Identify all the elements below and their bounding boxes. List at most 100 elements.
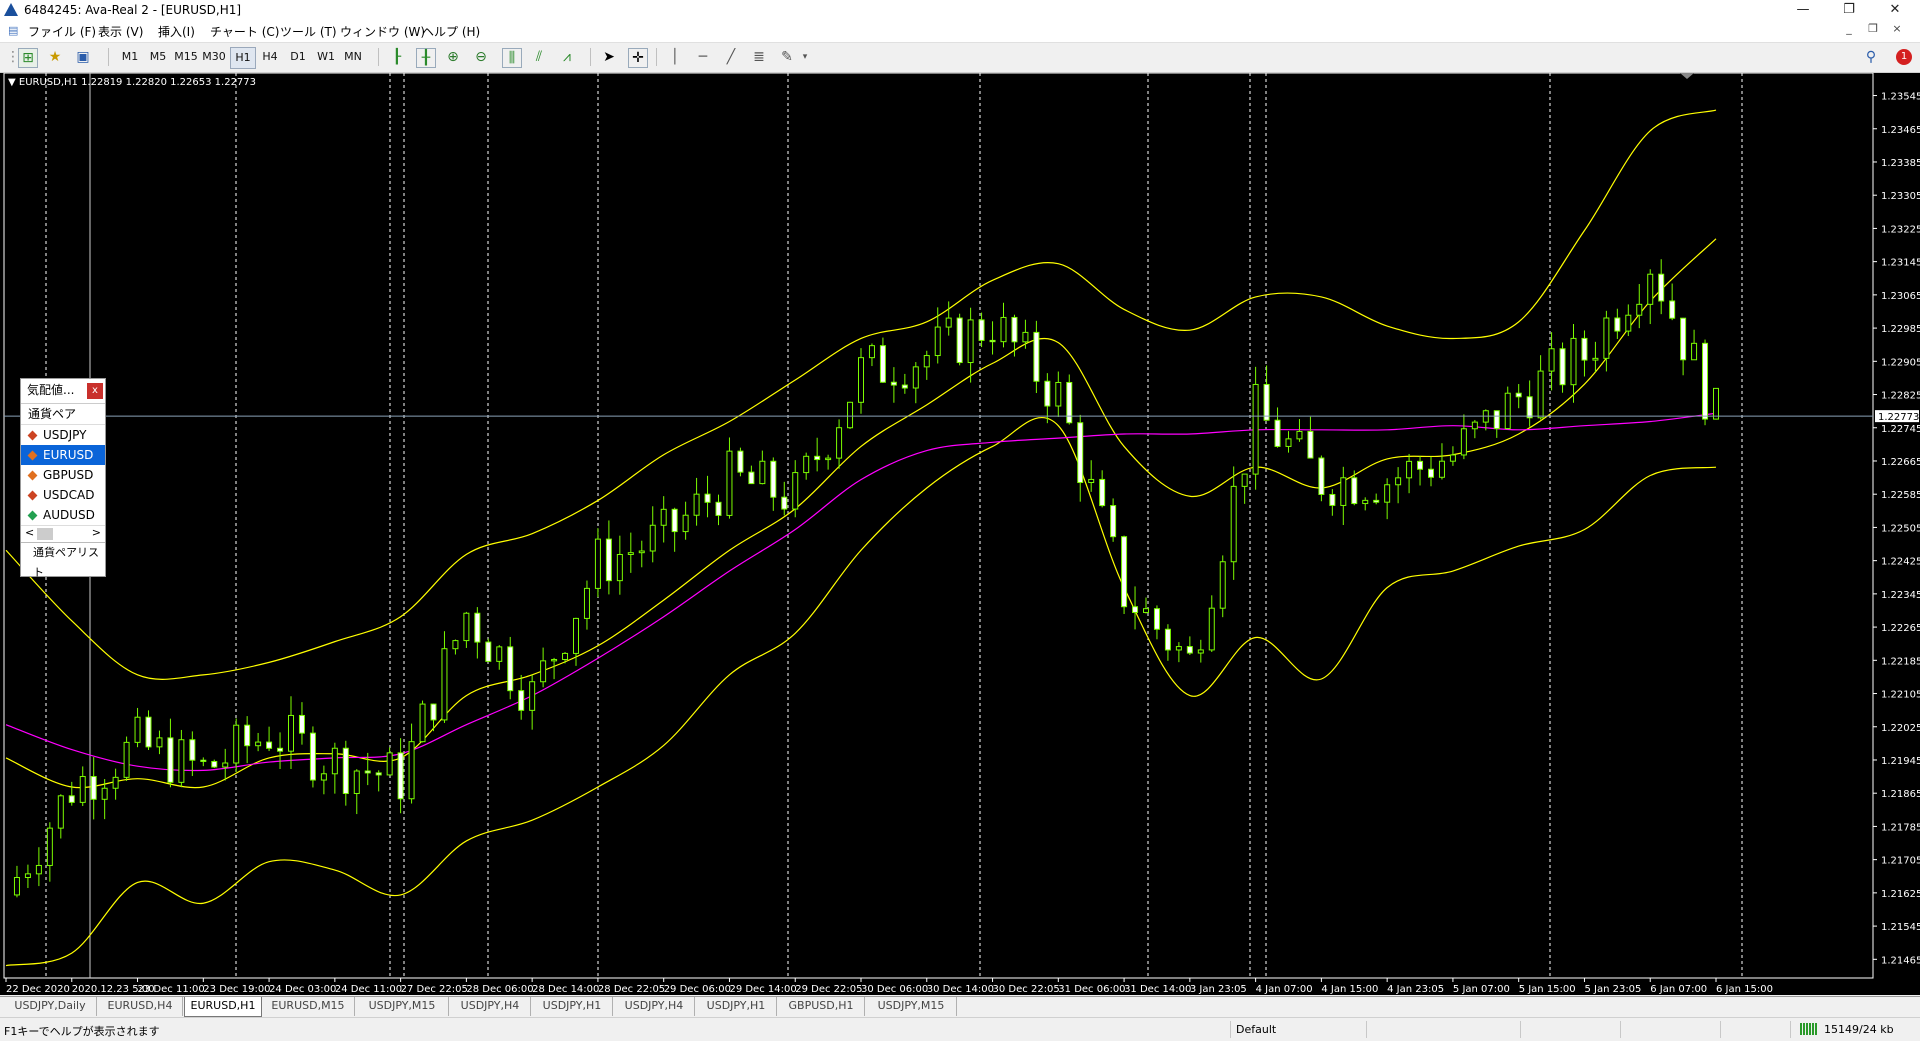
notification-badge[interactable]: 1 [1896,49,1912,65]
indicators-icon[interactable]: ⩘ [558,48,576,66]
chart-tab[interactable]: USDJPY,Daily [4,997,97,1016]
timeframe-mn[interactable]: MN [340,47,366,67]
menu-tools[interactable]: ツール (T) [280,23,337,40]
candle-body [693,493,700,516]
market-watch-tab-symbols[interactable]: 通貨ペアリスト [21,542,105,579]
candle-body [57,795,64,829]
symbol-label: EURUSD [43,448,94,462]
window-title: 6484245: Ava-Real 2 - [EURUSD,H1] [24,3,242,17]
chart-window-icon[interactable]: ▤ [8,24,18,37]
timeframe-m15[interactable]: M15 [172,47,200,67]
candle-body [967,319,974,364]
timeframe-d1[interactable]: D1 [286,47,310,67]
market-watch-row-eurusd[interactable]: EURUSD [21,445,105,465]
timeframe-m1[interactable]: M1 [118,47,142,67]
candle-body [1121,536,1128,608]
indicator-line-2 [5,417,1717,967]
market-watch-column-header[interactable]: 通貨ペア [21,404,105,425]
chart-tab[interactable]: USDJPY,H1 [696,997,777,1016]
candle-body [233,724,240,764]
candle-body [298,714,305,734]
menu-file[interactable]: ファイル (F) [28,23,96,40]
mdi-close-button[interactable]: × [1888,22,1906,35]
close-button[interactable]: ✕ [1872,0,1918,20]
candle-body [200,759,207,762]
candle-body [244,724,251,747]
zoom-in-icon[interactable]: ⊕ [444,48,462,66]
auto-scroll-icon[interactable]: ⫼ [502,48,522,68]
status-profile: Default [1236,1023,1277,1036]
market-watch-row-usdcad[interactable]: USDCAD [21,485,105,505]
timeframe-w1[interactable]: W1 [314,47,338,67]
new-chart-icon[interactable]: ⊞ [18,48,38,68]
chart-tab[interactable]: GBPUSD,H1 [778,997,865,1016]
candle-body [649,524,656,552]
scroll-left-icon[interactable]: < [25,526,34,539]
timeframe-m5[interactable]: M5 [146,47,170,67]
chart-tab[interactable]: EURUSD,H4 [98,997,183,1016]
scroll-right-icon[interactable]: > [92,526,101,539]
candlestick-icon[interactable]: ╂ [416,48,436,68]
symbol-label: AUDUSD [43,508,95,522]
candle-body [858,357,864,403]
time-axis-label: 5 Jan 07:00 [1453,984,1510,995]
trendline-icon[interactable]: ╱ [722,48,740,66]
bar-chart-icon[interactable]: ┠ [388,48,406,66]
chart-tab[interactable]: USDJPY,H1 [532,997,613,1016]
restore-button[interactable]: ❐ [1826,0,1872,20]
chart-tab[interactable]: USDJPY,H4 [450,997,531,1016]
candle-body [441,648,448,721]
chart-shift-icon[interactable]: ⫽ [530,48,548,66]
candle-body [792,472,799,510]
menu-insert[interactable]: 挿入(I) [158,23,195,40]
profiles-icon[interactable]: ★ [46,48,64,66]
chart-tab[interactable]: USDJPY,M15 [866,997,957,1016]
candle-body [1504,392,1511,430]
scroll-thumb[interactable] [37,528,53,540]
zoom-out-icon[interactable]: ⊖ [472,48,490,66]
candle-body [1559,348,1566,386]
time-axis-label: 30 Dec 14:00 [927,984,994,995]
candle-body [923,355,930,368]
menu-help[interactable]: ヘルプ (H) [422,23,480,40]
candle-body [726,450,733,516]
candle-body [24,873,31,879]
candle-body [1581,337,1588,361]
market-watch-row-usdjpy[interactable]: USDJPY [21,425,105,445]
timeframe-m30[interactable]: M30 [200,47,228,67]
chart-tab[interactable]: EURUSD,H1 [184,997,262,1017]
menu-view[interactable]: 表示 (V) [98,23,143,40]
shapes-dropdown-icon[interactable]: ▾ [796,48,814,66]
minimize-button[interactable]: — [1780,0,1826,20]
chart-tab[interactable]: EURUSD,M15 [262,997,355,1016]
candle-body [1658,273,1665,302]
shapes-icon[interactable]: ✎ [778,48,796,66]
menu-chart[interactable]: チャート (C) [210,23,279,40]
timeframe-h4[interactable]: H4 [258,47,282,67]
timeframe-h1[interactable]: H1 [230,47,256,69]
chart-tab[interactable]: USDJPY,M15 [356,997,449,1016]
candle-body [605,538,612,582]
mdi-restore-button[interactable]: ❐ [1864,22,1882,35]
candle-body [1186,646,1193,654]
vertical-line-icon[interactable]: │ [666,48,684,66]
chart-window[interactable]: 1.23545 1.23465 1.23385 1.23305 1.23225 1.231… [0,73,1920,995]
chart-tab[interactable]: USDJPY,H4 [614,997,695,1016]
mdi-minimize-button[interactable]: _ [1840,22,1858,35]
price-chart[interactable]: 1.23545 1.23465 1.23385 1.23305 1.23225 1.231… [0,73,1920,995]
channel-icon[interactable]: ≣ [750,48,768,66]
crosshair-icon[interactable]: ✛ [628,48,648,68]
horizontal-line-icon[interactable]: ─ [694,48,712,66]
search-icon[interactable]: ⚲ [1862,48,1880,66]
market-watch-icon[interactable]: ▣ [74,48,92,66]
time-axis-label: 27 Dec 22:05 [401,984,468,995]
market-watch-scrollbar[interactable]: < > [21,525,105,542]
cursor-icon[interactable]: ➤ [600,48,618,66]
candle-body [1044,380,1051,407]
market-watch-close-button[interactable]: x [87,383,103,399]
candle-body [123,741,130,778]
market-watch-row-audusd[interactable]: AUDUSD [21,505,105,525]
menu-window[interactable]: ウィンドウ (W) [340,23,425,40]
time-axis-label: 6 Jan 15:00 [1716,984,1773,995]
market-watch-row-gbpusd[interactable]: GBPUSD [21,465,105,485]
